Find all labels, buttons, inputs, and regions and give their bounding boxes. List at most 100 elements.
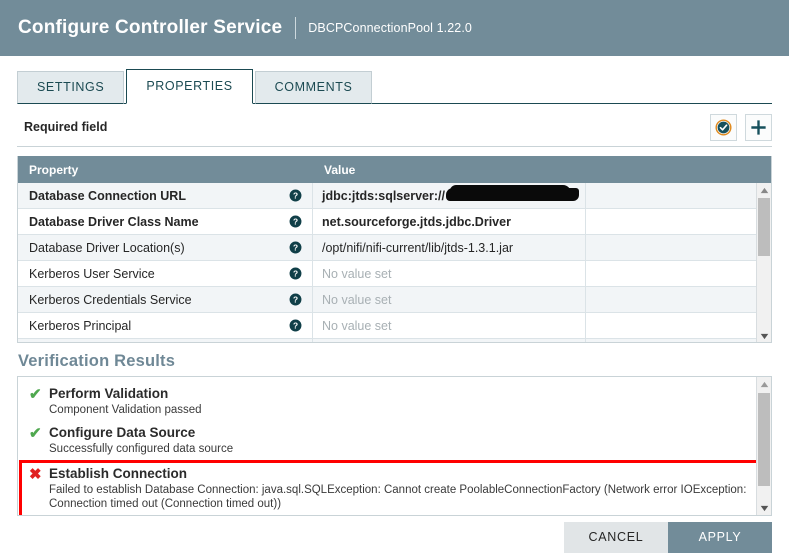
- property-name-cell: Database Driver Class Name?: [18, 209, 313, 234]
- property-extra-cell: [586, 313, 771, 338]
- svg-text:?: ?: [293, 191, 298, 201]
- property-name: Kerberos Credentials Service: [29, 292, 192, 307]
- verification-item-highlighted: ✖ Establish Connection Failed to establish…: [19, 460, 767, 515]
- column-header-property: Property: [29, 162, 79, 177]
- title-divider: [295, 17, 297, 39]
- page-title: Configure Controller Service: [18, 17, 283, 38]
- apply-button[interactable]: APPLY: [668, 521, 772, 553]
- toolbar-divider: [17, 146, 772, 147]
- verification-item: ✔ Configure Data Source Successfully confi…: [18, 424, 771, 463]
- property-name-cell: Kerberos Principal?: [18, 313, 313, 338]
- property-value-cell[interactable]: /opt/nifi/nifi-current/lib/jtds-1.3.1.ja…: [313, 235, 586, 260]
- tab-comments[interactable]: COMMENTS: [254, 71, 373, 104]
- property-value: No value set: [322, 318, 392, 333]
- check-circle-icon: [715, 118, 732, 136]
- verify-button[interactable]: [710, 113, 737, 141]
- error-x-icon: ✖: [29, 466, 42, 483]
- tab-properties[interactable]: PROPERTIES: [126, 69, 253, 104]
- plus-icon: [750, 119, 767, 136]
- property-extra-cell: [586, 209, 771, 234]
- property-name-cell: Kerberos User Service?: [18, 261, 313, 286]
- verification-scroll-up-icon[interactable]: [757, 377, 771, 391]
- table-row[interactable]: Database Connection URL? jdbc:jtds:sqlser…: [18, 183, 771, 209]
- property-name: Kerberos User Service: [29, 266, 155, 281]
- verification-scroll-down-icon[interactable]: [757, 501, 771, 515]
- property-value: No value set: [322, 266, 392, 281]
- property-value: jdbc:jtds:sqlserver://: [322, 188, 445, 203]
- property-value-cell[interactable]: No value set: [313, 287, 586, 312]
- property-value: /opt/nifi/nifi-current/lib/jtds-1.3.1.ja…: [322, 240, 514, 255]
- tab-strip: SETTINGS PROPERTIES COMMENTS: [0, 69, 789, 104]
- verification-item-name: Perform Validation: [49, 386, 169, 401]
- property-name-cell: Database Connection URL?: [18, 183, 313, 208]
- verification-item-description: Failed to establish Database Connection:…: [49, 484, 747, 510]
- table-row[interactable]: Kerberos Credentials Service? No value se…: [18, 287, 771, 313]
- properties-table-header: Property Value: [18, 156, 771, 183]
- properties-table-body: Database Connection URL? jdbc:jtds:sqlser…: [18, 183, 771, 342]
- properties-scroll-thumb[interactable]: [758, 198, 770, 256]
- verification-results-panel: ✔ Perform Validation Component Validation …: [17, 376, 772, 516]
- help-icon[interactable]: ?: [289, 319, 302, 332]
- property-name: Database Connection URL: [29, 188, 186, 203]
- table-row[interactable]: Database Driver Location(s)? /opt/nifi/ni…: [18, 235, 771, 261]
- help-icon[interactable]: ?: [289, 293, 302, 306]
- verification-item-description: Successfully configured data source: [49, 443, 234, 455]
- verification-item-name: Configure Data Source: [49, 425, 196, 440]
- property-value-cell[interactable]: No value set: [313, 261, 586, 286]
- property-name: Kerberos Principal: [29, 318, 132, 333]
- property-extra-cell: [586, 287, 771, 312]
- verification-item-text: Configure Data Source Successfully config…: [49, 424, 765, 456]
- scroll-down-icon[interactable]: [757, 329, 771, 342]
- verification-item-text: Establish Connection Failed to establish …: [49, 465, 760, 511]
- svg-text:?: ?: [293, 295, 298, 305]
- help-icon[interactable]: ?: [289, 215, 302, 228]
- scroll-up-icon[interactable]: [757, 183, 771, 197]
- property-value-cell[interactable]: No value set: [313, 339, 586, 342]
- verification-item: ✔ Perform Validation Component Validation …: [18, 385, 771, 424]
- property-name-cell: Kerberos Credentials Service?: [18, 287, 313, 312]
- svg-text:?: ?: [293, 321, 298, 331]
- verification-item-name: Establish Connection: [49, 466, 188, 481]
- column-header-value: Value: [324, 162, 356, 177]
- table-row[interactable]: Kerberos User Service? No value set: [18, 261, 771, 287]
- help-icon[interactable]: ?: [289, 267, 302, 280]
- property-value: net.sourceforge.jtds.jdbc.Driver: [322, 214, 511, 229]
- property-name: Database Driver Location(s): [29, 240, 185, 255]
- dialog-footer: CANCEL APPLY: [0, 516, 789, 558]
- property-extra-cell: [586, 235, 771, 260]
- property-name-cell: Kerberos Password?: [18, 339, 313, 342]
- property-value-cell[interactable]: jdbc:jtds:sqlserver://: [313, 183, 586, 208]
- properties-scrollbar[interactable]: [756, 183, 771, 342]
- tab-settings[interactable]: SETTINGS: [17, 71, 125, 104]
- verification-scroll-thumb[interactable]: [758, 393, 770, 486]
- verification-results-title: Verification Results: [18, 352, 176, 370]
- property-extra-cell: [586, 183, 771, 208]
- add-property-button[interactable]: [745, 113, 772, 141]
- properties-toolbar: Required field: [17, 104, 772, 146]
- property-name-cell: Database Driver Location(s)?: [18, 235, 313, 260]
- help-icon[interactable]: ?: [289, 189, 302, 202]
- required-field-label: Required field: [24, 120, 108, 134]
- verification-scrollbar[interactable]: [756, 377, 771, 515]
- property-value-cell[interactable]: net.sourceforge.jtds.jdbc.Driver: [313, 209, 586, 234]
- svg-text:?: ?: [293, 217, 298, 227]
- table-row[interactable]: Database Driver Class Name? net.sourcefor…: [18, 209, 771, 235]
- dialog-header: Configure Controller Service DBCPConnect…: [0, 0, 789, 56]
- check-icon: ✔: [29, 386, 42, 403]
- properties-table: Property Value Database Connection URL? j…: [17, 156, 772, 343]
- properties-toolbar-actions: [710, 113, 772, 141]
- help-icon[interactable]: ?: [289, 241, 302, 254]
- dialog-body: Required field Property Value Database C…: [0, 104, 789, 516]
- verification-results-list: ✔ Perform Validation Component Validation …: [18, 377, 771, 515]
- table-row[interactable]: Kerberos Principal? No value set: [18, 313, 771, 339]
- property-name: Database Driver Class Name: [29, 214, 199, 229]
- verification-item-description: Component Validation passed: [49, 404, 202, 416]
- property-value-cell[interactable]: No value set: [313, 313, 586, 338]
- property-extra-cell: [586, 261, 771, 286]
- cancel-button[interactable]: CANCEL: [564, 521, 668, 553]
- table-row[interactable]: Kerberos Password?No value set: [18, 339, 771, 342]
- configure-controller-service-dialog: Configure Controller Service DBCPConnect…: [0, 0, 789, 558]
- dialog-subtitle: DBCPConnectionPool 1.22.0: [308, 21, 472, 35]
- svg-text:?: ?: [293, 269, 298, 279]
- redaction-mark: [445, 185, 579, 201]
